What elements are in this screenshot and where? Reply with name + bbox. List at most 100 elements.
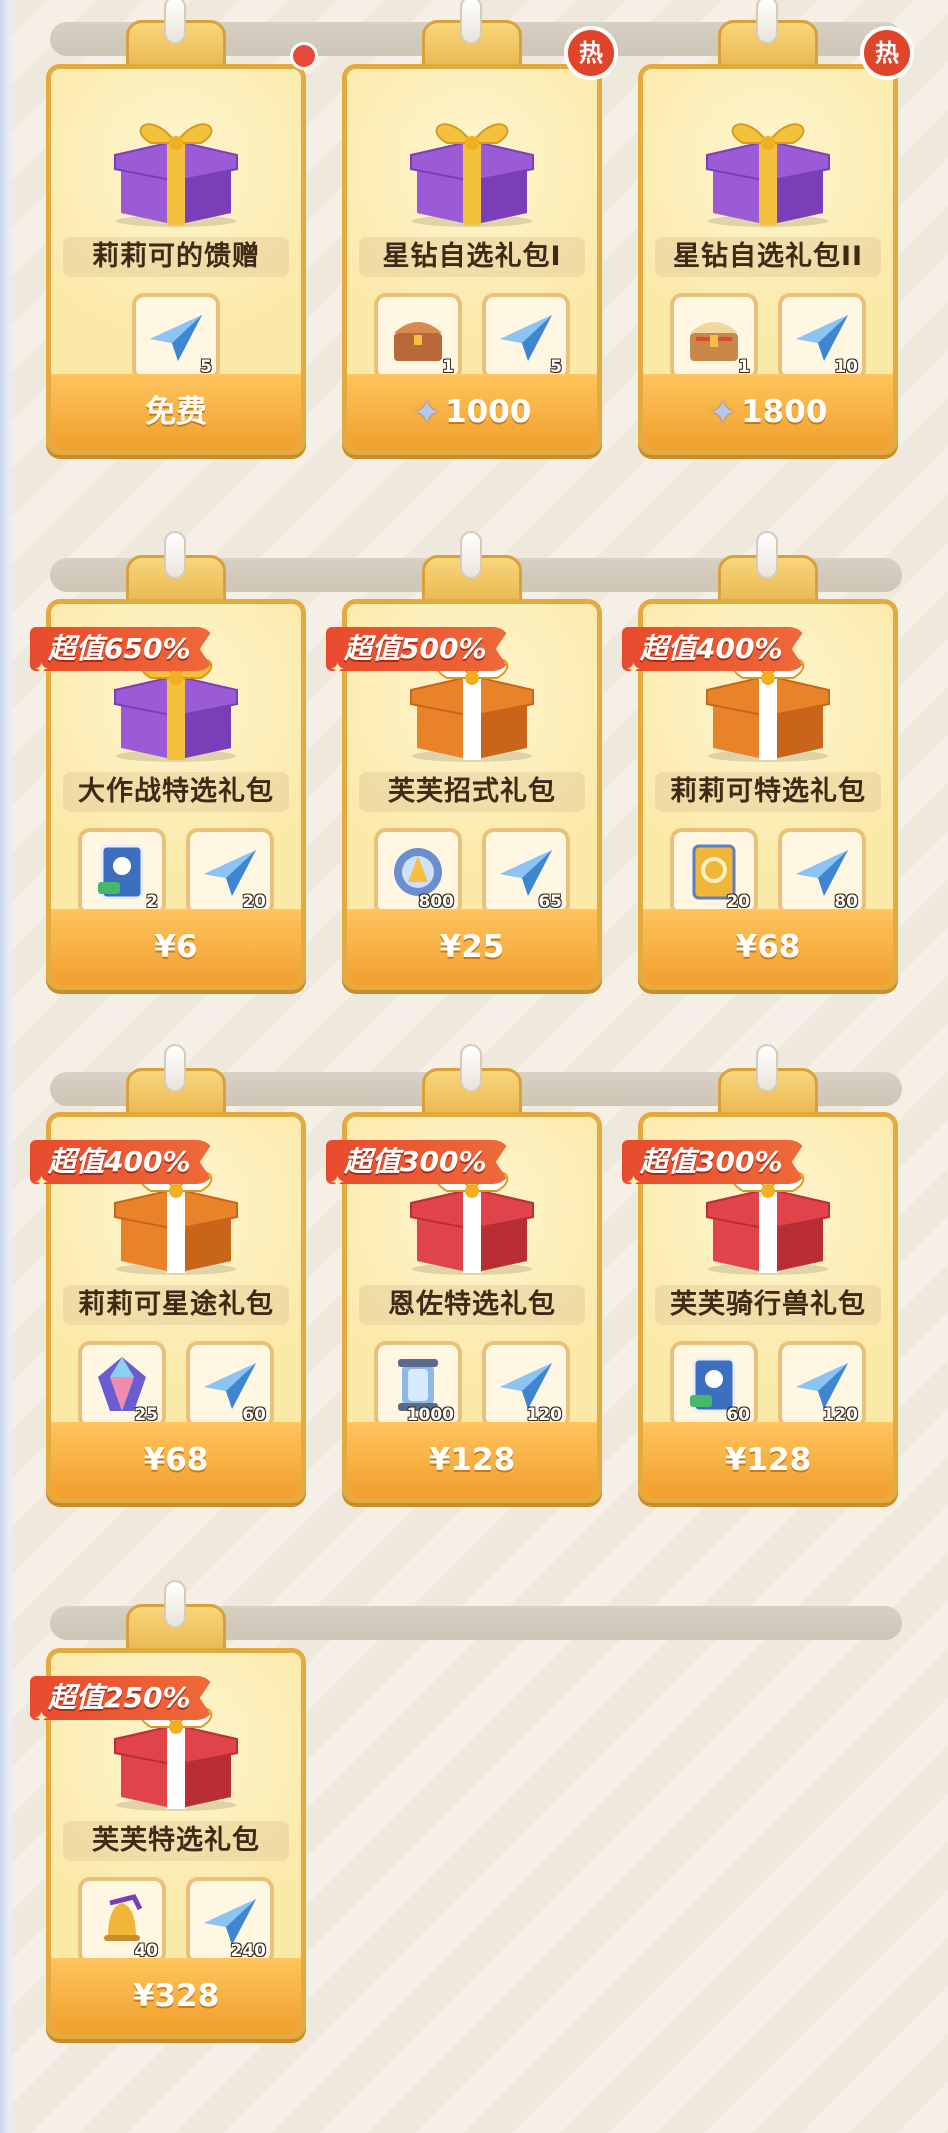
reward-item[interactable]: 65	[482, 828, 570, 916]
pack-name: 恩佐特选礼包	[359, 1285, 585, 1325]
golden-chest-icon	[690, 322, 738, 361]
gift-box-icon	[410, 123, 534, 227]
hanger-pin	[164, 1044, 186, 1092]
price-label: ¥25	[439, 929, 505, 965]
value-ribbon: 超值500%	[326, 627, 511, 671]
gift-pack-card[interactable]: 大作战特选礼包 2 20 ¥6 超值650% ✦	[30, 531, 306, 990]
reward-item[interactable]: 1	[374, 293, 462, 381]
gift-pack-card[interactable]: 芙芙招式礼包 800 65 ¥25 超值500% ✦	[326, 531, 602, 990]
hanger-pin	[460, 531, 482, 579]
sparkle-icon: ✦	[626, 1172, 642, 1193]
price-label: ¥6	[154, 929, 198, 965]
gift-box-icon	[114, 123, 238, 227]
price-label: ¥68	[735, 929, 801, 965]
reward-item[interactable]: 25	[78, 1341, 166, 1429]
reward-item[interactable]: 40	[78, 1877, 166, 1965]
pack-name: 莉莉可的馈赠	[63, 237, 289, 277]
reward-item[interactable]: 1	[670, 293, 758, 381]
hanger-pin	[164, 1580, 186, 1628]
price-label: ¥128	[724, 1442, 812, 1478]
reward-item[interactable]: 20	[670, 828, 758, 916]
gift-pack-card[interactable]: 莉莉可特选礼包 20 80 ¥68 超值400% ✦	[622, 531, 898, 990]
reward-item[interactable]: 120	[778, 1341, 866, 1429]
star-diamond-icon: ✦	[708, 393, 738, 433]
pack-name: 大作战特选礼包	[63, 772, 289, 812]
value-ribbon: 超值400%	[30, 1140, 215, 1184]
gift-box-icon	[706, 123, 830, 227]
pack-name: 星钻自选礼包II	[655, 237, 881, 277]
pack-name: 芙芙骑行兽礼包	[655, 1285, 881, 1325]
pack-name: 星钻自选礼包I	[359, 237, 585, 277]
treasure-chest-icon	[394, 322, 442, 361]
gift-pack-card[interactable]: 芙芙骑行兽礼包 60 120 ¥128 超值300% ✦	[622, 1044, 898, 1503]
card-body: 莉莉可的馈赠 5 免费	[46, 64, 306, 455]
card-body: 星钻自选礼包I 1 5 ✦ 1000	[342, 64, 602, 455]
hot-badge: 热	[860, 26, 914, 80]
card-body: 星钻自选礼包II 1 10 ✦ 1800	[638, 64, 898, 455]
price-label: ¥128	[428, 1442, 516, 1478]
gift-pack-card[interactable]: 星钻自选礼包I 1 5 ✦ 1000 热	[342, 0, 618, 455]
hanger-pin	[460, 0, 482, 44]
reward-item[interactable]: 120	[482, 1341, 570, 1429]
price-label: 免费	[145, 394, 207, 430]
sparkle-icon: ✦	[34, 1172, 50, 1193]
buy-button[interactable]: ¥6	[51, 909, 301, 985]
buy-button[interactable]: ¥68	[643, 909, 893, 985]
price-label: 1800	[741, 394, 828, 430]
character-card-icon	[98, 844, 144, 900]
reward-item[interactable]: 800	[374, 828, 462, 916]
value-ribbon: 超值250%	[30, 1676, 215, 1720]
sparkle-icon: ✦	[34, 659, 50, 680]
sparkle-icon: ✦	[330, 1172, 346, 1193]
reward-item[interactable]: 2	[78, 828, 166, 916]
buy-button[interactable]: ¥328	[51, 1958, 301, 2034]
gift-pack-card[interactable]: 莉莉可星途礼包 25 60 ¥68 超值400% ✦	[30, 1044, 306, 1503]
sparkle-icon: ✦	[626, 659, 642, 680]
buy-button[interactable]: ✦ 1000	[347, 374, 597, 450]
reward-item[interactable]: 60	[186, 1341, 274, 1429]
reward-item[interactable]: 5	[482, 293, 570, 381]
price-label: ¥68	[143, 1442, 209, 1478]
reward-item[interactable]: 20	[186, 828, 274, 916]
gift-pack-card[interactable]: 恩佐特选礼包 1000 120 ¥128 超值300% ✦	[326, 1044, 602, 1503]
paper-plane-icon	[150, 315, 202, 361]
buy-button[interactable]: 免费	[51, 374, 301, 450]
gift-pack-card[interactable]: 芙芙特选礼包 40 240 ¥328 超值250% ✦	[30, 1580, 306, 2039]
notification-dot	[290, 42, 318, 70]
gift-pack-card[interactable]: 莉莉可的馈赠 5 免费	[46, 0, 318, 455]
hanger-pin	[756, 0, 778, 44]
value-ribbon: 超值650%	[30, 627, 215, 671]
value-ribbon: 超值400%	[622, 627, 807, 671]
gift-pack-card[interactable]: 星钻自选礼包II 1 10 ✦ 1800 热	[638, 0, 914, 455]
buy-button[interactable]: ¥128	[643, 1422, 893, 1498]
star-diamond-icon: ✦	[412, 393, 442, 433]
value-ribbon: 超值300%	[326, 1140, 511, 1184]
hanger-pin	[756, 531, 778, 579]
buy-button[interactable]: ✦ 1800	[643, 374, 893, 450]
reward-item[interactable]: 10	[778, 293, 866, 381]
reward-item[interactable]: 1000	[374, 1341, 462, 1429]
hanger-pin	[756, 1044, 778, 1092]
paper-plane-icon	[500, 315, 552, 361]
buy-button[interactable]: ¥25	[347, 909, 597, 985]
sparkle-icon: ✦	[34, 1708, 50, 1729]
price-label: 1000	[445, 394, 532, 430]
reward-item[interactable]: 240	[186, 1877, 274, 1965]
pack-name: 芙芙特选礼包	[63, 1821, 289, 1861]
sparkle-icon: ✦	[330, 659, 346, 680]
reward-item[interactable]: 5	[132, 293, 220, 381]
hanger-pin	[164, 0, 186, 44]
reward-item[interactable]: 80	[778, 828, 866, 916]
hanger-pin	[164, 531, 186, 579]
buy-button[interactable]: ¥128	[347, 1422, 597, 1498]
hot-badge: 热	[564, 26, 618, 80]
value-ribbon: 超值300%	[622, 1140, 807, 1184]
left-edge	[0, 0, 14, 2133]
reward-item[interactable]: 60	[670, 1341, 758, 1429]
pack-name: 莉莉可星途礼包	[63, 1285, 289, 1325]
pack-name: 芙芙招式礼包	[359, 772, 585, 812]
price-label: ¥328	[132, 1978, 220, 2014]
pack-name: 莉莉可特选礼包	[655, 772, 881, 812]
hanger-pin	[460, 1044, 482, 1092]
buy-button[interactable]: ¥68	[51, 1422, 301, 1498]
